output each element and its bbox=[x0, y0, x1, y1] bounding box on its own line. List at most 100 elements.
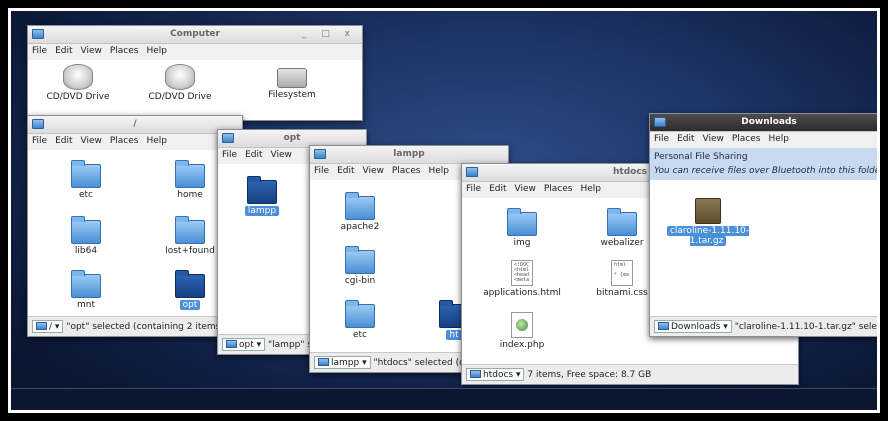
menu-edit[interactable]: Edit bbox=[337, 166, 354, 176]
menu-view[interactable]: View bbox=[271, 150, 292, 160]
folder-icon bbox=[247, 176, 277, 204]
filesystem-item[interactable]: Filesystem bbox=[252, 64, 332, 100]
menu-help[interactable]: Help bbox=[428, 166, 449, 176]
status-text: 7 items, Free space: 8.7 GB bbox=[527, 370, 652, 380]
menu-edit[interactable]: Edit bbox=[55, 46, 72, 56]
sharing-subtitle: You can receive files over Bluetooth int… bbox=[654, 166, 880, 176]
file-applications-html[interactable]: <!DOC <html <head <meta applications.html bbox=[482, 260, 562, 298]
computer-content: CD/DVD Drive CD/DVD Drive Filesystem bbox=[28, 60, 362, 120]
folder-img[interactable]: img bbox=[482, 208, 562, 248]
menu-view[interactable]: View bbox=[81, 136, 102, 146]
status-text: "htdocs" selected (co bbox=[373, 358, 470, 368]
computer-titlebar[interactable]: Computer _ □ x bbox=[28, 26, 362, 44]
php-file-icon bbox=[511, 312, 533, 338]
path-button[interactable]: htdocs ▾ bbox=[466, 368, 525, 381]
status-text: "opt" selected (containing 2 items) bbox=[66, 322, 224, 332]
folder-icon bbox=[71, 270, 101, 298]
computer-window: Computer _ □ x File Edit View Places Help CD… bbox=[27, 25, 363, 121]
file-sharing-bar: Personal File Sharing You can receive fi… bbox=[650, 148, 880, 180]
menu-places[interactable]: Places bbox=[392, 166, 421, 176]
folder-mnt[interactable]: mnt bbox=[46, 270, 126, 310]
menu-help[interactable]: Help bbox=[768, 134, 789, 144]
menu-view[interactable]: View bbox=[703, 134, 724, 144]
folder-icon bbox=[345, 192, 375, 220]
downloads-statusbar: Downloads ▾ "claroline-1.11.10-1.tar.gz"… bbox=[650, 316, 877, 336]
folder-icon bbox=[175, 216, 205, 244]
root-titlebar[interactable]: / bbox=[28, 116, 242, 134]
folder-icon bbox=[470, 370, 481, 378]
root-title: / bbox=[133, 119, 137, 129]
menu-file[interactable]: File bbox=[654, 134, 669, 144]
menu-places[interactable]: Places bbox=[110, 136, 139, 146]
menu-edit[interactable]: Edit bbox=[55, 136, 72, 146]
folder-icon bbox=[226, 340, 237, 348]
status-text: "claroline-1.11.10-1.tar.gz" selected bbox=[734, 322, 877, 332]
lampp-titlebar[interactable]: lampp bbox=[310, 146, 508, 164]
downloads-content: Personal File Sharing You can receive fi… bbox=[650, 148, 880, 316]
hard-drive-icon bbox=[277, 68, 307, 88]
opt-title: opt bbox=[283, 133, 301, 143]
path-button[interactable]: opt ▾ bbox=[222, 338, 266, 351]
menu-help[interactable]: Help bbox=[146, 136, 167, 146]
computer-menubar: File Edit View Places Help bbox=[28, 44, 362, 60]
menu-file[interactable]: File bbox=[222, 150, 237, 160]
lampp-title: lampp bbox=[393, 149, 425, 159]
downloads-titlebar[interactable]: Downloads bbox=[650, 114, 877, 132]
root-content: etc home lib64 lost+found mnt opt bbox=[28, 150, 242, 316]
folder-icon bbox=[318, 358, 329, 366]
menu-places[interactable]: Places bbox=[732, 134, 761, 144]
window-controls[interactable]: _ □ x bbox=[302, 29, 356, 39]
path-button[interactable]: Downloads ▾ bbox=[654, 320, 732, 333]
folder-lib64[interactable]: lib64 bbox=[46, 216, 126, 256]
downloads-menubar: File Edit View Places Help bbox=[650, 132, 877, 148]
folder-icon bbox=[345, 300, 375, 328]
folder-icon bbox=[607, 208, 637, 236]
menu-help[interactable]: Help bbox=[580, 184, 601, 194]
htdocs-statusbar: htdocs ▾ 7 items, Free space: 8.7 GB bbox=[462, 364, 798, 384]
folder-lampp[interactable]: lampp bbox=[222, 176, 302, 216]
folder-icon bbox=[36, 322, 47, 330]
menu-view[interactable]: View bbox=[515, 184, 536, 194]
folder-icon bbox=[71, 160, 101, 188]
cd-drive-1[interactable]: CD/DVD Drive bbox=[38, 64, 118, 102]
menu-file[interactable]: File bbox=[32, 136, 47, 146]
folder-icon bbox=[175, 270, 205, 298]
folder-etc[interactable]: etc bbox=[320, 300, 400, 340]
html-file-icon: <!DOC <html <head <meta bbox=[511, 260, 533, 286]
menu-edit[interactable]: Edit bbox=[489, 184, 506, 194]
menu-places[interactable]: Places bbox=[110, 46, 139, 56]
cd-drive-icon bbox=[63, 64, 93, 90]
menu-view[interactable]: View bbox=[81, 46, 102, 56]
root-menubar: File Edit View Places Help bbox=[28, 134, 242, 150]
file-claroline-archive[interactable]: claroline-1.11.10-1.tar.gz bbox=[658, 198, 758, 246]
archive-icon bbox=[695, 198, 721, 224]
path-button[interactable]: lampp ▾ bbox=[314, 356, 371, 369]
menu-edit[interactable]: Edit bbox=[677, 134, 694, 144]
desktop: Computer _ □ x File Edit View Places Help CD… bbox=[8, 8, 880, 413]
cd-drive-2[interactable]: CD/DVD Drive bbox=[140, 64, 220, 102]
path-button[interactable]: / ▾ bbox=[32, 320, 64, 333]
menu-file[interactable]: File bbox=[314, 166, 329, 176]
menu-edit[interactable]: Edit bbox=[245, 150, 262, 160]
folder-apache2[interactable]: apache2 bbox=[320, 192, 400, 232]
folder-icon bbox=[175, 160, 205, 188]
status-text: "lampp" s bbox=[268, 340, 313, 350]
menu-file[interactable]: File bbox=[32, 46, 47, 56]
folder-etc[interactable]: etc bbox=[46, 160, 126, 200]
menu-places[interactable]: Places bbox=[544, 184, 573, 194]
folder-icon bbox=[658, 322, 669, 330]
sharing-title: Personal File Sharing bbox=[654, 152, 748, 162]
folder-cgi-bin[interactable]: cgi-bin bbox=[320, 246, 400, 286]
menu-file[interactable]: File bbox=[466, 184, 481, 194]
taskbar bbox=[11, 388, 877, 410]
folder-icon bbox=[507, 208, 537, 236]
folder-icon bbox=[345, 246, 375, 274]
file-index-php[interactable]: index.php bbox=[482, 312, 562, 350]
root-window: / File Edit View Places Help etc home lib64 … bbox=[27, 115, 243, 337]
root-statusbar: / ▾ "opt" selected (containing 2 items) bbox=[28, 316, 242, 336]
menu-view[interactable]: View bbox=[363, 166, 384, 176]
cd-drive-icon bbox=[165, 64, 195, 90]
downloads-title: Downloads bbox=[741, 117, 797, 127]
css-file-icon: html * {ma bbox=[611, 260, 633, 286]
menu-help[interactable]: Help bbox=[146, 46, 167, 56]
